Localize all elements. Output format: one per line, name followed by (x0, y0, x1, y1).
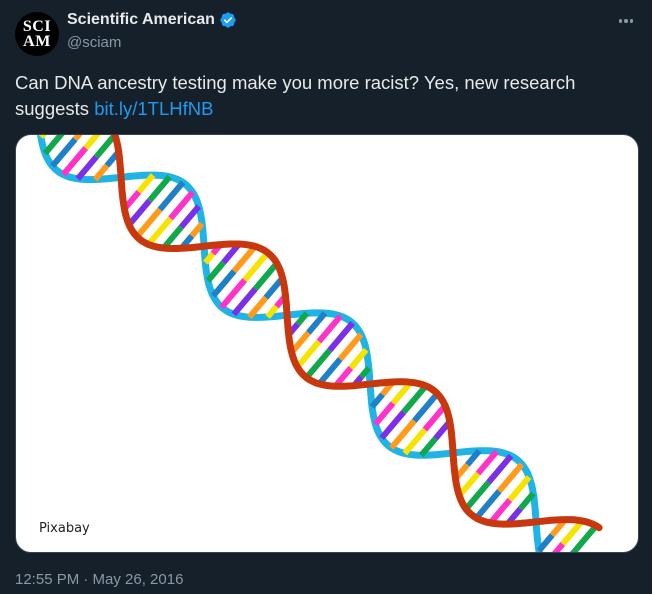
dna-rung-left (475, 449, 499, 476)
dna-helix-image (37, 135, 603, 552)
tweet-link[interactable]: bit.ly/1TLHfNB (94, 98, 213, 119)
avatar[interactable]: SCI AM (15, 12, 59, 56)
dna-rung-right (456, 471, 481, 498)
tweet-timestamp[interactable]: 12:55 PM · May 26, 2016 (15, 571, 183, 588)
account-handle[interactable]: @sciam (67, 34, 121, 51)
account-name-row: Scientific American (67, 11, 237, 29)
dna-rung-left (205, 260, 226, 283)
dna-rung-left (38, 135, 47, 139)
dna-rung-right (488, 498, 513, 525)
avatar-line-2: AM (23, 33, 51, 50)
dna-rung-left (178, 204, 202, 230)
tweet: SCI AM Scientific American @sciam Can DN… (0, 0, 652, 594)
tweet-text: Can DNA ancestry testing make you more r… (15, 70, 635, 122)
tweet-media[interactable]: Pixabay (15, 134, 639, 553)
account-name[interactable]: Scientific American (67, 11, 215, 29)
dna-rung-left (373, 401, 396, 427)
dna-rung-right (560, 518, 585, 546)
image-credit: Pixabay (39, 521, 90, 536)
avatar-line-1: SCI (22, 18, 52, 35)
dna-rung-right (94, 135, 118, 159)
dna-rung-left (507, 475, 532, 502)
dna-rung-left (75, 154, 99, 181)
verified-badge-icon (220, 12, 236, 28)
dna-rung-left (348, 347, 369, 370)
more-options-icon[interactable] (614, 12, 638, 30)
